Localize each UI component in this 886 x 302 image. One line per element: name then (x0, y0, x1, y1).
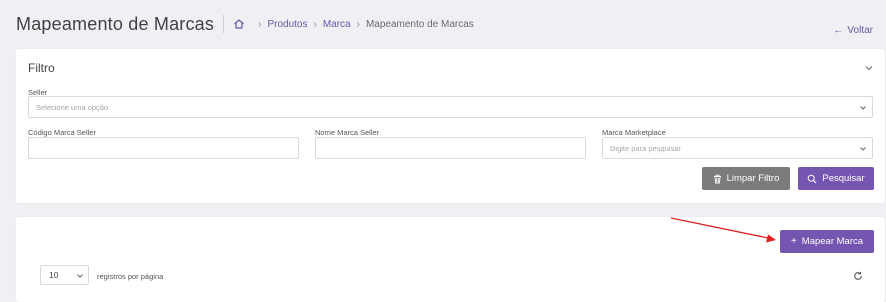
chevron-down-icon (860, 106, 866, 110)
breadcrumb-chevron-icon: › (258, 18, 262, 30)
arrow-left-icon: ← (833, 25, 844, 36)
back-link[interactable]: ← Voltar (833, 25, 873, 36)
marketplace-placeholder: Digite para pesquisar (610, 143, 681, 153)
breadcrumb-produtos[interactable]: Produtos (267, 19, 307, 30)
codigo-marca-seller-input[interactable] (28, 137, 299, 159)
page-length-select[interactable]: 10 (40, 265, 89, 285)
refresh-icon[interactable] (853, 271, 863, 281)
trash-icon (713, 174, 721, 183)
map-brand-button[interactable]: + Mapear Marca (780, 230, 874, 253)
list-card: + Mapear Marca 10 registros por página (16, 217, 885, 302)
nome-marca-seller-input[interactable] (315, 137, 586, 159)
search-label: Pesquisar (822, 173, 865, 184)
chevron-down-icon[interactable] (864, 63, 874, 73)
nome-label: Nome Marca Seller (315, 128, 380, 137)
breadcrumb-marca[interactable]: Marca (323, 19, 351, 30)
seller-select[interactable]: Selecione uma opção (28, 96, 873, 118)
filter-card: Filtro Seller Selecione uma opção Código… (16, 49, 885, 203)
seller-placeholder: Selecione uma opção (36, 102, 109, 112)
clear-filter-label: Limpar Filtro (726, 173, 780, 184)
plus-icon: + (790, 236, 797, 247)
page-length-value: 10 (49, 270, 59, 280)
chevron-down-icon (77, 274, 83, 278)
home-icon[interactable] (233, 18, 245, 30)
filter-title: Filtro (28, 61, 55, 75)
breadcrumb-current: Mapeamento de Marcas (365, 18, 474, 30)
search-button[interactable]: Pesquisar (798, 167, 874, 190)
breadcrumb: › Produtos › Marca › Mapeamento de Marca… (233, 18, 474, 30)
title-separator (223, 15, 225, 33)
codigo-label: Código Marca Seller (28, 128, 96, 137)
marketplace-label: Marca Marketplace (602, 128, 666, 137)
chevron-down-icon (860, 147, 866, 151)
clear-filter-button[interactable]: Limpar Filtro (702, 167, 790, 190)
marca-marketplace-select[interactable]: Digite para pesquisar (602, 137, 873, 159)
breadcrumb-chevron-icon: › (356, 18, 360, 30)
page-title: Mapeamento de Marcas (16, 13, 215, 34)
back-label: Voltar (847, 25, 873, 36)
page-header: Mapeamento de Marcas › Produtos › Marca … (0, 6, 886, 42)
map-brand-label: Mapear Marca (801, 236, 864, 247)
page-length-label: registros por página (97, 272, 164, 281)
search-icon (808, 174, 817, 183)
breadcrumb-chevron-icon: › (313, 18, 317, 30)
